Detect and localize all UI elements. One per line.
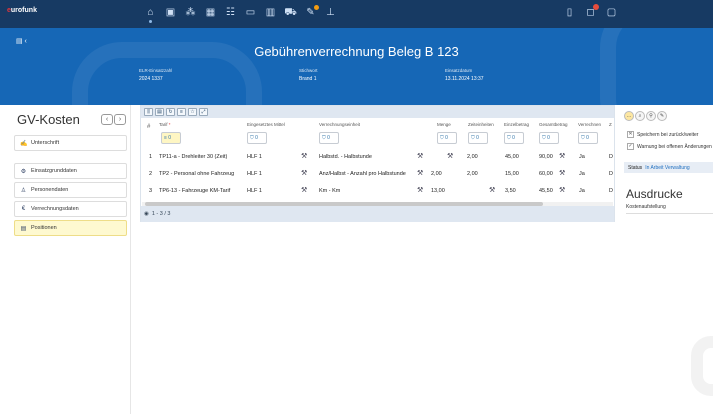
filter-einheit[interactable]: ⛉ 0 xyxy=(319,132,339,144)
options-icon[interactable]: … xyxy=(624,111,634,121)
checkbox-warn-on-changes[interactable]: ✓ Warnung bei offenen Änderungen xyxy=(627,143,712,150)
column-header-zeiteinheiten[interactable]: Zeiteinheiten xyxy=(468,122,494,127)
calendar-icon[interactable]: ▣ xyxy=(164,6,177,19)
left-navigation: GV-Kosten ‹ › ✍ Unterschrift ⚙ Einsatzgr… xyxy=(0,105,131,414)
main-content: ⫼ ▤ ↻ ≡ ☆ ⤢ # Tarif * Eingesetztes Mitte… xyxy=(131,105,619,414)
notification-icon[interactable]: ◻ xyxy=(584,4,599,19)
lookup-icon[interactable]: ⚒ xyxy=(559,152,565,160)
nav-item-positionen[interactable]: ▤ Positionen xyxy=(14,220,127,236)
lookup-icon[interactable]: ⚒ xyxy=(559,169,565,177)
filter-tarif[interactable]: ≡ 0 xyxy=(161,132,181,144)
decor-shape xyxy=(600,28,713,105)
right-toolbar: ▯ ◻ ▢ xyxy=(563,4,618,19)
main-toolbar: ⌂ ▣ ⁂ ▦ ☷ ▭ ▥ ⛟ ✎ ⊥ xyxy=(144,5,337,23)
column-header-mittel[interactable]: Eingesetztes Mittel xyxy=(247,122,285,127)
column-header-verrechnen[interactable]: Verrechnen xyxy=(578,122,601,127)
list-icon[interactable]: ☷ xyxy=(224,6,237,19)
right-toolbar-buttons: … ⌕ ⚲ ✎ xyxy=(624,111,667,121)
clipboard-icon[interactable]: ▯ xyxy=(563,6,576,19)
header-band: ▤ ‹ Gebührenverrechnung Beleg B 123 ELR-… xyxy=(0,28,713,105)
meta-keyword: Stichwort Brand 1 xyxy=(299,68,318,82)
page-title: Gebührenverrechnung Beleg B 123 xyxy=(254,44,459,59)
positions-icon: ▤ xyxy=(20,225,27,232)
lookup-icon[interactable]: ⚒ xyxy=(489,186,495,194)
lookup-icon[interactable]: ⚒ xyxy=(559,186,565,194)
nav-item-personendaten[interactable]: ♙ Personendaten xyxy=(14,182,127,198)
previous-arrow-icon[interactable]: ‹ xyxy=(101,114,113,125)
building-icon[interactable]: ▥ xyxy=(264,6,277,19)
table-row[interactable]: 3 TP6-13 - Fahrzeuge KM-Tarif HLF 1 ⚒ Km… xyxy=(141,183,614,199)
nav-item-einsatzgrunddaten[interactable]: ⚙ Einsatzgrunddaten xyxy=(14,163,127,179)
column-header-menge[interactable]: Menge xyxy=(437,122,451,127)
filter-zeiteinheiten[interactable]: ⛉ 0 xyxy=(468,132,488,144)
nav-arrows: ‹ › xyxy=(101,114,127,125)
meta-date: Einsatzdatum 13.11.2024 13:37 xyxy=(445,68,484,82)
filter-verrechnen[interactable]: ⛉ 0 xyxy=(578,132,598,144)
lookup-icon[interactable]: ⚒ xyxy=(417,169,423,177)
layout-icon[interactable]: ▤ xyxy=(155,108,164,116)
settings-icon: ⚙ xyxy=(20,168,27,175)
column-header-number[interactable]: # xyxy=(147,124,150,130)
status-badge: Status In Arbeit Verwaltung xyxy=(624,162,713,173)
nav-item-verrechnungsdaten[interactable]: € Verrechnungsdaten xyxy=(14,201,127,217)
print-item-kostenaufstellung[interactable]: Kostenaufstellung xyxy=(626,204,713,214)
column-header-gesamtbetrag[interactable]: Gesamtbetrag xyxy=(539,122,568,127)
nav-item-unterschrift[interactable]: ✍ Unterschrift xyxy=(14,135,127,151)
vehicle-icon[interactable]: ⛟ xyxy=(284,6,297,19)
home-icon[interactable]: ⌂ xyxy=(144,6,157,23)
edit-icon[interactable]: ✎ xyxy=(304,5,319,19)
checkbox-save-on-navigate[interactable]: ✕ Speichern bei zurück/weiter xyxy=(627,131,698,138)
column-header-z[interactable]: Z xyxy=(609,122,612,127)
lookup-icon[interactable]: ⚒ xyxy=(447,152,453,160)
favorite-icon[interactable]: ☆ xyxy=(188,108,197,116)
right-panel: … ⌕ ⚲ ✎ ✕ Speichern bei zurück/weiter ✓ … xyxy=(619,105,713,414)
zoom-icon[interactable]: ⌕ xyxy=(635,111,645,121)
section-title: GV-Kosten xyxy=(17,112,80,127)
refresh-icon[interactable]: ↻ xyxy=(166,108,175,116)
units-icon[interactable]: ⁂ xyxy=(184,6,197,19)
filter-menge[interactable]: ⛉ 0 xyxy=(437,132,457,144)
table-row[interactable]: 1 TP11-a - Drehleiter 30 (Zeit) HLF 1 ⚒ … xyxy=(141,149,614,165)
eye-icon[interactable]: ◉ xyxy=(144,211,149,217)
pen-icon[interactable]: ✎ xyxy=(657,111,667,121)
filter-icon[interactable]: ≡ xyxy=(177,108,186,116)
column-header-einheit[interactable]: Verrechnungseinheit xyxy=(319,122,360,127)
row-count: 1 - 3 / 3 xyxy=(151,211,171,217)
decor-shape xyxy=(691,336,713,396)
filter-einzelbetrag[interactable]: ⛉ 0 xyxy=(504,132,524,144)
column-header-tarif[interactable]: Tarif * xyxy=(159,122,171,127)
chat-icon[interactable]: ▢ xyxy=(605,6,618,19)
table-icon[interactable]: ▦ xyxy=(204,6,217,19)
monitor-icon[interactable]: ▭ xyxy=(244,6,257,19)
grid-footer: ◉ 1 - 3 / 3 xyxy=(141,206,614,222)
table-row[interactable]: 2 TP2 - Personal ohne Fahrzeug HLF 1 ⚒ A… xyxy=(141,166,614,182)
lookup-icon[interactable]: ⚒ xyxy=(417,152,423,160)
columns-icon[interactable]: ⫼ xyxy=(144,108,153,116)
grid-toolbar: ⫼ ▤ ↻ ≡ ☆ ⤢ xyxy=(141,106,614,118)
prints-title: Ausdrucke xyxy=(626,187,683,201)
expand-icon[interactable]: ⤢ xyxy=(199,108,208,116)
filter-gesamtbetrag[interactable]: ⛉ 0 xyxy=(539,132,559,144)
euro-icon: € xyxy=(21,206,26,212)
filter-mittel[interactable]: ⛉ 0 xyxy=(247,132,267,144)
top-bar: eurofunk ⌂ ▣ ⁂ ▦ ☷ ▭ ▥ ⛟ ✎ ⊥ ▯ ◻ ▢ xyxy=(0,0,713,28)
signature-icon: ✍ xyxy=(20,140,28,147)
attach-icon[interactable]: ⚲ xyxy=(646,111,656,121)
grid-header: # Tarif * Eingesetztes Mittel Verrechnun… xyxy=(141,118,614,149)
column-header-einzelbetrag[interactable]: Einzelbetrag xyxy=(504,122,529,127)
lookup-icon[interactable]: ⚒ xyxy=(301,152,307,160)
lookup-icon[interactable]: ⚒ xyxy=(301,186,307,194)
meta-incident-number: ELR-Einsatzzahl 2024 1337 xyxy=(139,68,173,82)
lookup-icon[interactable]: ⚒ xyxy=(417,186,423,194)
person-icon: ♙ xyxy=(20,187,27,194)
next-arrow-icon[interactable]: › xyxy=(114,114,126,125)
app-logo[interactable]: eurofunk xyxy=(7,7,37,14)
cart-icon[interactable]: ⊥ xyxy=(324,6,337,19)
lookup-icon[interactable]: ⚒ xyxy=(301,169,307,177)
positions-grid: ⫼ ▤ ↻ ≡ ☆ ⤢ # Tarif * Eingesetztes Mitte… xyxy=(140,105,615,222)
